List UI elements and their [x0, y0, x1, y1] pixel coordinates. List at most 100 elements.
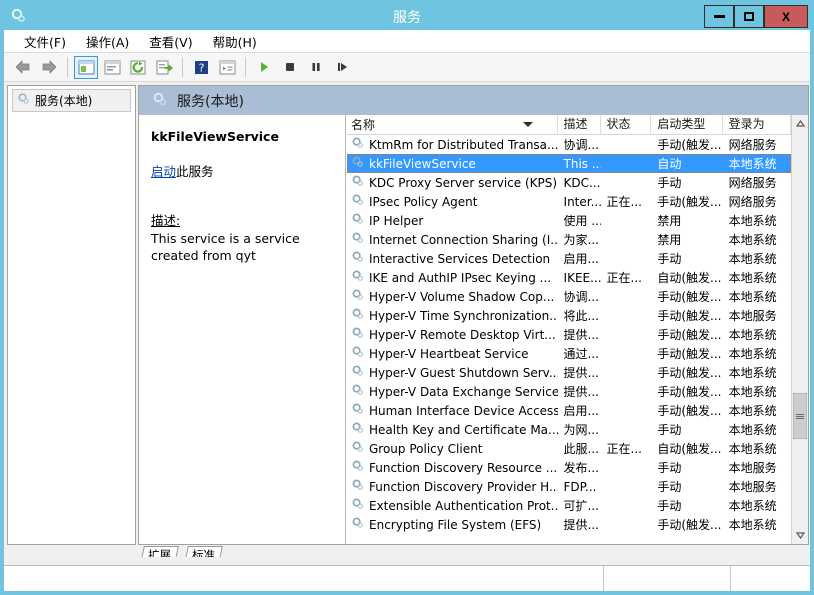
pane-header: 服务(本地): [139, 86, 808, 115]
table-row[interactable]: Health Key and Certificate Ma... 为网... 手动 本…: [347, 420, 791, 439]
service-gear-icon: [351, 212, 365, 229]
menu-view[interactable]: 查看(V): [139, 30, 202, 53]
row-logon-cell: 本地系统: [728, 214, 777, 228]
service-gear-icon: [351, 288, 365, 305]
row-startup-cell: 手动(触发...: [657, 385, 722, 399]
table-row[interactable]: KtmRm for Distributed Transa... 协调... 手动(触…: [347, 135, 791, 154]
help-icon[interactable]: ?: [189, 56, 213, 79]
close-button[interactable]: X: [764, 5, 808, 28]
table-row[interactable]: KDC Proxy Server service (KPS) KDC... 手动 网络…: [347, 173, 791, 192]
row-description-cell: 提供...: [563, 328, 599, 342]
row-name-cell: Function Discovery Provider H...: [347, 478, 558, 495]
start-service-link[interactable]: 启动: [151, 164, 176, 179]
table-row[interactable]: Hyper-V Volume Shadow Cop... 协调... 手动(触发..…: [347, 287, 791, 306]
maximize-button[interactable]: [734, 5, 764, 28]
row-logon-cell: 本地系统: [728, 328, 777, 342]
menu-action[interactable]: 操作(A): [76, 30, 139, 53]
table-row[interactable]: Encrypting File System (EFS) 提供... 手动(触发..…: [347, 515, 791, 534]
table-row[interactable]: Hyper-V Guest Shutdown Serv... 提供... 手动(触发…: [347, 363, 791, 382]
service-gear-icon: [351, 440, 365, 457]
properties-icon[interactable]: [100, 56, 124, 79]
column-header-name[interactable]: 名称: [347, 115, 558, 135]
row-name-cell: Extensible Authentication Prot...: [347, 497, 558, 514]
row-service-name: Function Discovery Resource ...: [369, 460, 558, 475]
row-description-cell: 提供...: [563, 366, 599, 380]
tree-item-services-local[interactable]: 服务(本地): [12, 89, 131, 112]
row-logon-cell: 本地系统: [728, 252, 777, 266]
list-vertical-scrollbar[interactable]: [791, 115, 808, 544]
column-header-log-on-as[interactable]: 登录为: [723, 115, 791, 135]
column-header-description[interactable]: 描述: [558, 115, 601, 135]
export-list-icon[interactable]: [152, 56, 176, 79]
table-row[interactable]: Human Interface Device Access 启用... 手动(触发.…: [347, 401, 791, 420]
service-gear-icon: [351, 326, 365, 343]
row-startup-cell: 手动: [657, 461, 682, 475]
table-row[interactable]: kkFileViewService This ... 自动 本地系统: [347, 154, 791, 173]
services-gear-icon: [17, 92, 31, 109]
service-gear-icon: [351, 421, 365, 438]
row-name-cell: Hyper-V Heartbeat Service: [347, 345, 558, 362]
row-logon-cell: 本地系统: [728, 271, 777, 285]
scrollbar-grip-icon: [796, 413, 804, 420]
row-name-cell: IPsec Policy Agent: [347, 193, 558, 210]
pause-icon[interactable]: [304, 56, 328, 79]
table-row[interactable]: IKE and AuthIP IPsec Keying ... IKEE... 正在…: [347, 268, 791, 287]
scroll-down-icon[interactable]: [792, 527, 808, 544]
table-row[interactable]: Hyper-V Time Synchronization... 将此... 手动(触…: [347, 306, 791, 325]
row-logon-cell: 本地服务: [728, 461, 777, 475]
scrollbar-thumb[interactable]: [793, 393, 807, 439]
table-row[interactable]: Hyper-V Remote Desktop Virt... 提供... 手动(触发…: [347, 325, 791, 344]
row-startup-cell: 手动(触发...: [657, 195, 722, 209]
row-name-cell: KtmRm for Distributed Transa...: [347, 136, 558, 153]
scroll-up-icon[interactable]: [792, 115, 808, 132]
row-startup-cell: 手动(触发...: [657, 138, 722, 152]
row-description-cell: 启用...: [563, 404, 599, 418]
stop-icon[interactable]: [278, 56, 302, 79]
row-service-name: Extensible Authentication Prot...: [369, 498, 558, 513]
row-logon-cell: 本地系统: [728, 233, 777, 247]
row-startup-cell: 手动(触发...: [657, 366, 722, 380]
row-service-name: Health Key and Certificate Ma...: [369, 422, 558, 437]
row-description-cell: 为家...: [563, 233, 599, 247]
restart-icon[interactable]: [330, 56, 354, 79]
refresh-icon[interactable]: [126, 56, 150, 79]
table-row[interactable]: IPsec Policy Agent Inter... 正在... 手动(触发... 网…: [347, 192, 791, 211]
table-row[interactable]: Internet Connection Sharing (I... 为家... 禁用…: [347, 230, 791, 249]
table-row[interactable]: Function Discovery Resource ... 发布... 手动 本地…: [347, 458, 791, 477]
table-row[interactable]: Extensible Authentication Prot... 可扩... 手动…: [347, 496, 791, 515]
table-row[interactable]: Hyper-V Data Exchange Service 提供... 手动(触发.…: [347, 382, 791, 401]
forward-arrow-icon[interactable]: [37, 56, 61, 79]
back-arrow-icon[interactable]: [11, 56, 35, 79]
service-gear-icon: [351, 174, 365, 191]
table-row[interactable]: Group Policy Client 此服... 正在... 自动(触发... 本地系…: [347, 439, 791, 458]
row-logon-cell: 本地系统: [728, 347, 777, 361]
row-startup-cell: 手动(触发...: [657, 290, 722, 304]
row-startup-cell: 自动(触发...: [657, 271, 722, 285]
menu-help[interactable]: 帮助(H): [203, 30, 267, 53]
table-row[interactable]: Hyper-V Heartbeat Service 通过... 手动(触发... 本地…: [347, 344, 791, 363]
service-gear-icon: [351, 345, 365, 362]
table-row[interactable]: Interactive Services Detection 启用... 手动 本地系…: [347, 249, 791, 268]
status-segment-left: [4, 566, 604, 591]
play-icon[interactable]: [252, 56, 276, 79]
column-header-startup-type[interactable]: 启动类型: [651, 115, 723, 135]
table-row[interactable]: IP Helper 使用 ... 禁用 本地系统: [347, 211, 791, 230]
table-row[interactable]: Function Discovery Provider H... FDP... 手动…: [347, 477, 791, 496]
row-startup-cell: 自动(触发...: [657, 442, 722, 456]
row-startup-cell: 手动(触发...: [657, 328, 722, 342]
body-area: 服务(本地) 服务(本地) kkFileViewService 启动此服务 描述…: [4, 82, 810, 564]
details-view-icon[interactable]: [215, 56, 239, 79]
row-startup-cell: 手动: [657, 480, 682, 494]
row-service-name: KtmRm for Distributed Transa...: [369, 137, 558, 152]
service-gear-icon: [351, 402, 365, 419]
menu-file[interactable]: 文件(F): [14, 30, 76, 53]
column-header-status[interactable]: 状态: [601, 115, 652, 135]
row-service-name: Hyper-V Volume Shadow Cop...: [369, 289, 555, 304]
row-description-cell: 通过...: [563, 347, 599, 361]
service-action-suffix: 此服务: [176, 164, 214, 179]
service-gear-icon: [351, 516, 365, 533]
svg-text:?: ?: [198, 61, 204, 74]
row-name-cell: Encrypting File System (EFS): [347, 516, 558, 533]
minimize-button[interactable]: [704, 5, 734, 28]
show-hide-tree-icon[interactable]: [74, 55, 98, 79]
